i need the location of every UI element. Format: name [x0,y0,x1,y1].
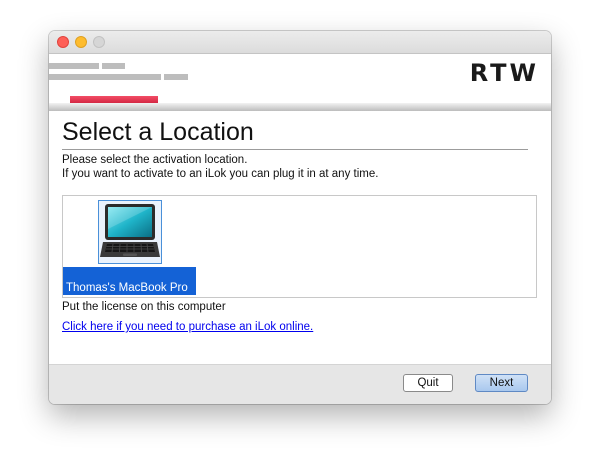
location-label[interactable]: Thomas's MacBook Pro [63,267,196,295]
header-placeholder-bar [102,63,125,69]
next-button[interactable]: Next [475,374,528,392]
minimize-window-button[interactable] [75,36,87,48]
rtw-logo: RTW [469,59,539,87]
page-title: Select a Location [62,118,254,146]
instruction-text: Please select the activation location. [62,154,248,166]
close-window-button[interactable] [57,36,69,48]
activation-window: RTW Select a Location Please select the … [49,31,551,404]
header-placeholder-bar [49,74,161,80]
quit-button[interactable]: Quit [403,374,453,392]
purchase-ilok-link[interactable]: Click here if you need to purchase an iL… [62,320,313,334]
title-bar[interactable] [49,31,551,54]
header-placeholder-bar [164,74,188,80]
active-step-indicator [70,96,158,103]
location-description: Put the license on this computer [62,301,226,313]
location-list[interactable]: Thomas's MacBook Pro [62,195,537,298]
header-placeholder-bar [49,63,99,69]
laptop-icon [100,204,160,257]
title-divider [62,149,528,150]
instruction-text: If you want to activate to an iLok you c… [62,168,379,180]
zoom-window-button[interactable] [93,36,105,48]
button-bar: Quit Next [49,364,551,404]
location-icon-frame[interactable] [98,200,162,264]
header-divider-strip [49,103,551,111]
location-item-macbook[interactable]: Thomas's MacBook Pro [63,196,196,296]
